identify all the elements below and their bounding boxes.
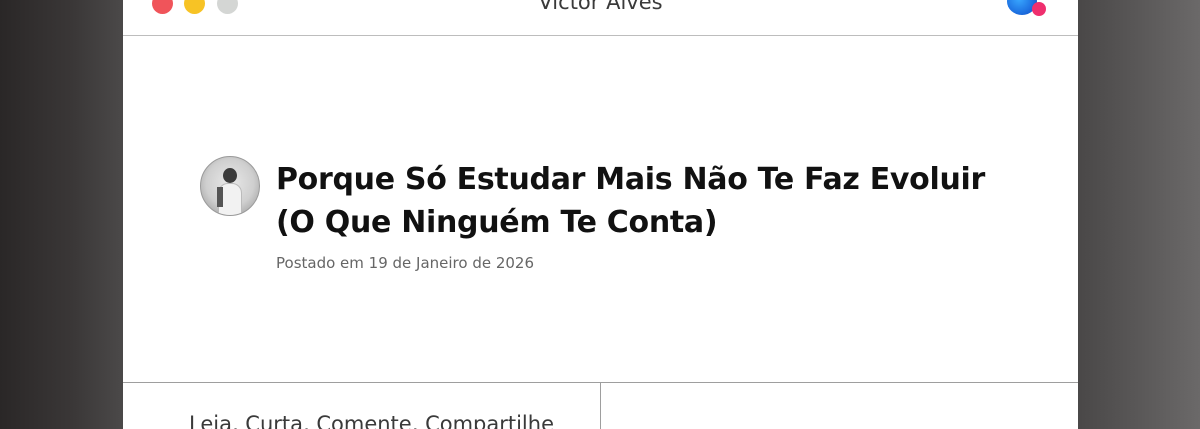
- post-date: Postado em 19 de Janeiro de 2026: [276, 254, 535, 272]
- logo-pink-dot: [1032, 2, 1046, 16]
- author-avatar[interactable]: [200, 156, 260, 216]
- post-header: Porque Só Estudar Mais Não Te Faz Evolui…: [123, 36, 1078, 382]
- avatar-bag-strap: [217, 187, 223, 207]
- avatar-head: [223, 168, 237, 183]
- vertical-divider: [600, 382, 601, 429]
- browser-window: Victor Alves Porque Só Estudar Mais Não …: [123, 0, 1078, 429]
- post-title: Porque Só Estudar Mais Não Te Faz Evolui…: [276, 162, 986, 240]
- site-logo-icon[interactable]: [1003, 0, 1046, 28]
- title-bar: Victor Alves: [123, 0, 1078, 36]
- engagement-prompt: Leia, Curta, Comente, Compartilhe: [189, 412, 554, 429]
- window-title: Victor Alves: [538, 0, 663, 14]
